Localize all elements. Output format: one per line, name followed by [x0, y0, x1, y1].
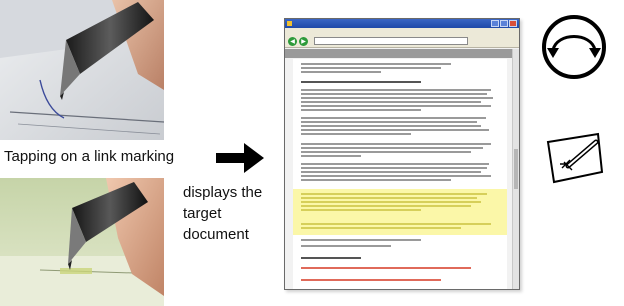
arrow-right-icon	[216, 141, 264, 175]
text-line	[301, 71, 381, 73]
maximize-button[interactable]	[500, 20, 508, 27]
photo-pen-tapping-link	[0, 178, 164, 306]
caption-tapping: Tapping on a link marking	[4, 148, 175, 165]
pen-on-paper-icon	[546, 132, 604, 186]
text-line	[301, 227, 461, 229]
text-line	[301, 205, 471, 207]
text-line	[301, 133, 411, 135]
text-line	[301, 147, 483, 149]
text-line	[301, 121, 477, 123]
text-line	[301, 89, 491, 91]
photo-pen-tapping-page	[0, 0, 164, 140]
vertical-scrollbar[interactable]	[512, 49, 519, 289]
text-line[interactable]	[301, 279, 441, 281]
text-line	[301, 105, 491, 107]
window-titlebar	[285, 19, 519, 28]
forward-icon[interactable]: ▶	[299, 36, 308, 46]
text-line	[301, 101, 481, 103]
text-line[interactable]	[301, 267, 471, 269]
text-line	[301, 167, 487, 169]
address-field[interactable]	[314, 37, 468, 45]
text-line	[301, 201, 481, 203]
text-line	[301, 97, 493, 99]
text-line	[301, 93, 487, 95]
caption-line: target	[183, 205, 222, 222]
text-line	[301, 175, 491, 177]
minimize-button[interactable]	[491, 20, 499, 27]
menu-bar	[285, 28, 519, 35]
text-line	[301, 245, 391, 247]
document-page	[293, 59, 507, 289]
text-line	[301, 143, 491, 145]
text-line	[301, 63, 451, 65]
app-icon	[287, 21, 292, 26]
text-line	[301, 171, 481, 173]
text-line	[301, 155, 361, 157]
text-line	[301, 67, 441, 69]
scrollbar-thumb[interactable]	[514, 149, 518, 189]
text-line	[301, 125, 481, 127]
close-button[interactable]	[509, 20, 517, 27]
document-header-band	[285, 49, 519, 58]
target-document-window: ◀ ▶	[284, 18, 520, 290]
toolbar: ◀ ▶	[285, 35, 519, 48]
text-line	[301, 129, 489, 131]
caption-displays: displays the target document	[183, 182, 267, 245]
caption-line: document	[183, 226, 249, 243]
text-line	[301, 257, 361, 259]
text-line	[301, 209, 421, 211]
text-line	[301, 109, 421, 111]
back-icon[interactable]: ◀	[288, 36, 297, 46]
text-line	[301, 163, 489, 165]
text-line	[301, 239, 421, 241]
text-line	[301, 117, 486, 119]
text-line	[301, 179, 451, 181]
text-line	[301, 197, 477, 199]
rotate-back-icon	[537, 14, 611, 80]
text-line	[301, 223, 491, 225]
text-line	[301, 81, 421, 83]
caption-line: displays the	[183, 184, 263, 201]
text-line	[301, 193, 487, 195]
text-line	[301, 151, 471, 153]
